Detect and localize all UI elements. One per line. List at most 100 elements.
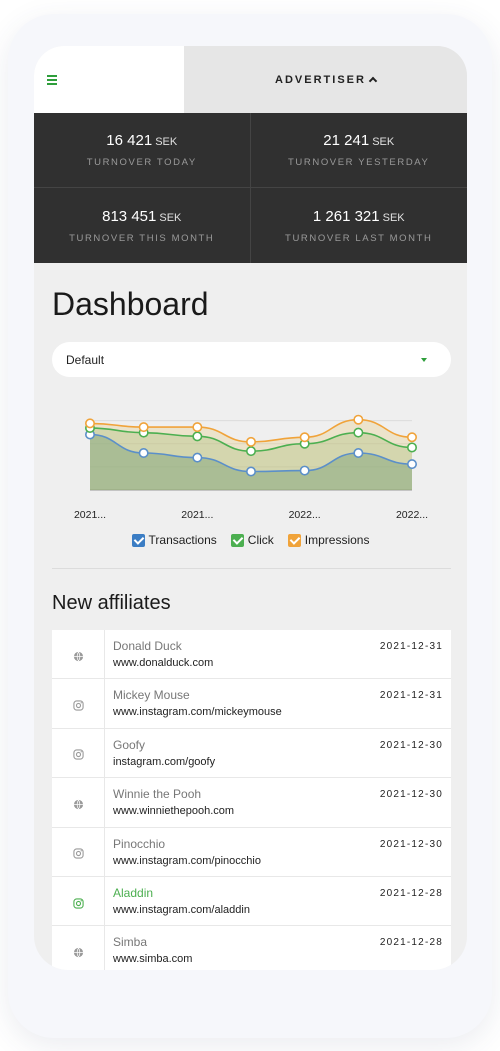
divider: [52, 568, 451, 569]
affiliate-url[interactable]: instagram.com/goofy: [113, 756, 380, 768]
stat-turnover-last-month: 1 261 321 SEK TURNOVER LAST MONTH: [251, 188, 468, 263]
affiliate-url[interactable]: www.simba.com: [113, 953, 380, 965]
row-icon-cell: [52, 778, 105, 827]
legend-label: Click: [247, 533, 274, 547]
chevron-up-icon: [368, 76, 378, 86]
stat-label: TURNOVER YESTERDAY: [288, 157, 430, 168]
list-item[interactable]: Pinocchio www.instagram.com/pinocchio 2021…: [52, 827, 451, 877]
instagram-icon: [72, 896, 84, 909]
data-point-transactions: [406, 459, 417, 470]
affiliate-date: 2021-12-30: [379, 739, 443, 751]
list-item[interactable]: Simba www.simba.com 2021-12-28: [52, 926, 451, 970]
affiliate-url[interactable]: www.donalduck.com: [113, 657, 380, 669]
data-point-transactions: [299, 465, 310, 476]
legend-item-transactions[interactable]: Transactions: [131, 533, 217, 547]
legend-item-click[interactable]: Click: [230, 533, 274, 547]
affiliate-date: 2021-12-28: [379, 887, 443, 899]
affiliate-url[interactable]: www.instagram.com/pinocchio: [113, 855, 380, 867]
list-item[interactable]: Goofy instagram.com/goofy 2021-12-30: [52, 728, 451, 779]
hamburger-icon[interactable]: [47, 75, 57, 85]
list-item[interactable]: Winnie the Pooh www.winniethepooh.com 2021…: [52, 778, 451, 828]
instagram-icon: [72, 747, 84, 761]
row-body: Mickey Mouse www.instagram.com/mickeymous…: [105, 679, 380, 727]
data-point-click: [353, 427, 364, 438]
stat-unit: SEK: [159, 211, 182, 224]
stat-unit: SEK: [372, 136, 395, 148]
data-point-transactions: [192, 452, 203, 463]
row-body: Goofy instagram.com/goofy: [105, 729, 380, 777]
affiliate-name: Donald Duck: [113, 639, 182, 653]
globe-icon: [73, 797, 84, 810]
affiliate-date: 2021-12-28: [379, 937, 443, 949]
instagram-icon: [72, 698, 84, 711]
view-select[interactable]: Default: [52, 342, 451, 377]
data-point-transactions: [353, 447, 364, 458]
data-point-transactions: [246, 466, 257, 477]
globe-icon: [73, 649, 84, 661]
list-item[interactable]: Aladdin www.instagram.com/aladdin 2021-12-…: [52, 876, 451, 927]
stat-unit: SEK: [382, 211, 405, 224]
stats-chart: 2021... 2021... 2022... 2022...: [74, 414, 428, 521]
data-point-impressions: [138, 422, 149, 433]
affiliate-name: Winnie the Pooh: [113, 787, 202, 802]
chart-legend: Transactions Click Impressions: [34, 533, 467, 547]
affiliate-date: 2021-12-30: [379, 789, 443, 801]
data-point-impressions: [353, 414, 364, 425]
stat-label: TURNOVER LAST MONTH: [285, 232, 433, 244]
row-icon-cell: [52, 728, 105, 778]
list-item[interactable]: Mickey Mouse www.instagram.com/mickeymous…: [52, 679, 451, 729]
affiliate-url[interactable]: www.instagram.com/mickeymouse: [113, 706, 380, 718]
stat-value: 16 421: [106, 132, 153, 149]
globe-icon: [73, 945, 84, 958]
data-point-impressions: [192, 422, 203, 433]
legend-item-impressions[interactable]: Impressions: [287, 533, 370, 547]
instagram-icon: [72, 846, 84, 859]
stat-turnover-yesterday: 21 241 SEK TURNOVER YESTERDAY: [250, 113, 467, 188]
affiliates-list: Donald Duck www.donalduck.com 2021-12-31 Mi…: [52, 630, 451, 970]
affiliate-name: Pinocchio: [113, 836, 166, 851]
x-tick-label: 2021...: [74, 509, 106, 521]
row-icon-cell: [52, 876, 105, 926]
affiliate-name: Goofy: [113, 737, 146, 752]
affiliate-date: 2021-12-30: [379, 838, 443, 850]
row-body: Pinocchio www.instagram.com/pinocchio: [105, 828, 380, 876]
stat-unit: SEK: [155, 136, 178, 148]
checkbox-icon[interactable]: [230, 533, 244, 547]
menu-area: [34, 46, 184, 113]
stat-value: 21 241: [323, 132, 370, 149]
affiliate-url[interactable]: www.winniethepooh.com: [113, 805, 380, 817]
phone-screen: ADVERTISER 16 421 SEK TURNOVER TODAY 21 2…: [34, 46, 467, 970]
legend-label: Impressions: [304, 533, 370, 547]
checkbox-icon[interactable]: [131, 533, 145, 547]
advertiser-dropdown[interactable]: ADVERTISER: [184, 46, 467, 113]
turnover-stats: 16 421 SEK TURNOVER TODAY 21 241 SEK TURNO…: [34, 113, 467, 263]
advertiser-label: ADVERTISER: [275, 73, 366, 86]
x-tick-label: 2021...: [181, 509, 213, 521]
list-item[interactable]: Donald Duck www.donalduck.com 2021-12-31: [52, 630, 451, 680]
row-body: Winnie the Pooh www.winniethepooh.com: [105, 778, 380, 826]
affiliate-url[interactable]: www.instagram.com/aladdin: [113, 904, 380, 916]
top-bar: ADVERTISER: [34, 46, 467, 113]
data-point-impressions: [246, 436, 257, 447]
affiliate-date: 2021-12-31: [379, 641, 443, 652]
row-body: Donald Duck www.donalduck.com: [105, 630, 380, 678]
row-body: Aladdin www.instagram.com/aladdin: [105, 877, 380, 925]
data-point-click: [192, 431, 203, 442]
row-icon-cell: [52, 679, 105, 728]
stat-turnover-today: 16 421 SEK TURNOVER TODAY: [34, 113, 251, 188]
page-title: Dashboard: [52, 286, 209, 322]
caret-down-icon: [421, 357, 427, 362]
stat-label: TURNOVER TODAY: [86, 157, 197, 168]
legend-label: Transactions: [148, 533, 217, 547]
affiliate-name: Simba: [113, 935, 148, 950]
data-point-impressions: [299, 432, 310, 443]
x-tick-label: 2022...: [289, 509, 321, 521]
checkbox-icon[interactable]: [287, 533, 301, 547]
select-value: Default: [66, 352, 105, 367]
stat-label: TURNOVER THIS MONTH: [69, 232, 215, 244]
affiliate-date: 2021-12-31: [379, 690, 443, 702]
x-tick-label: 2022...: [396, 509, 428, 521]
data-point-impressions: [84, 418, 95, 429]
stat-value: 1 261 321: [312, 207, 380, 225]
stat-value: 813 451: [102, 207, 157, 225]
